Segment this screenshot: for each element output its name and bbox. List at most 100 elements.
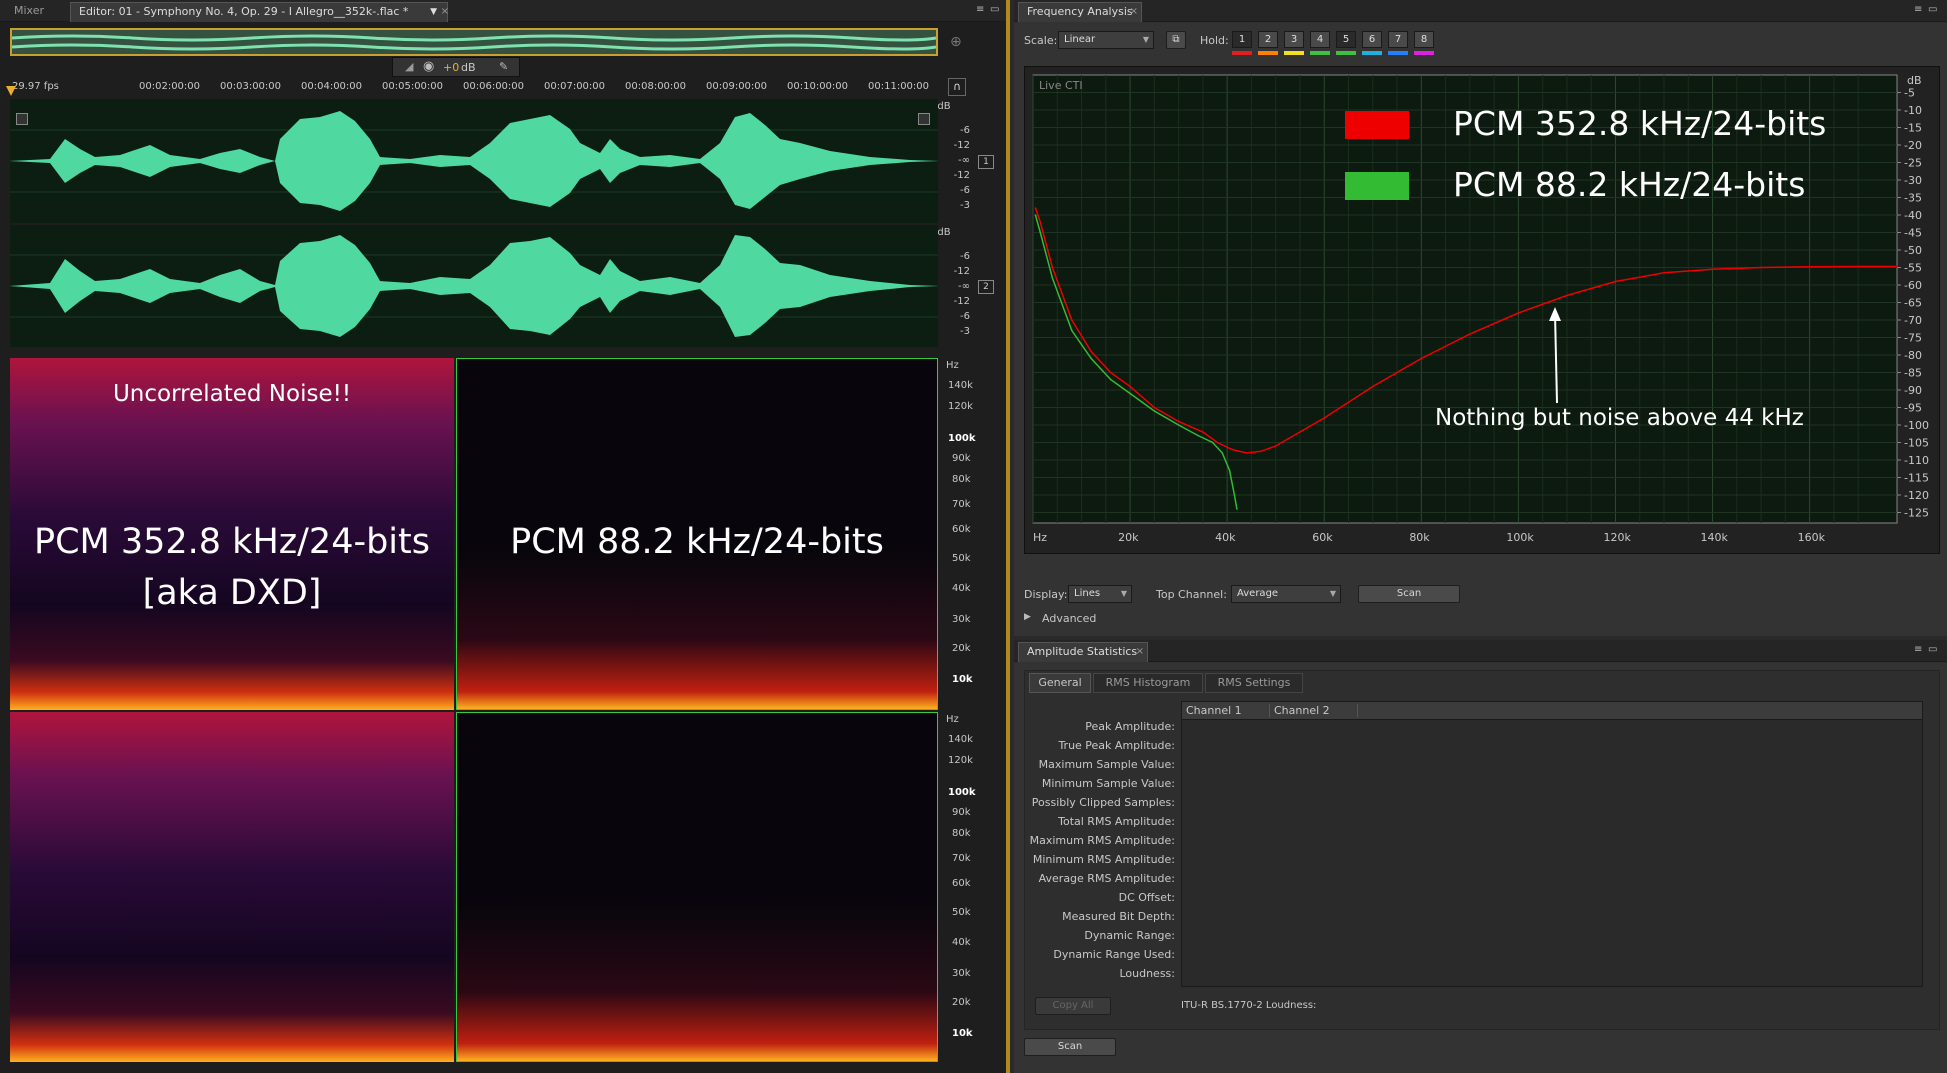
- tab-mixer[interactable]: Mixer: [6, 2, 52, 22]
- tab-frequency-label: Frequency Analysis: [1027, 5, 1133, 18]
- stat-row-label: Maximum RMS Amplitude:: [1029, 834, 1175, 847]
- hz-label: 30k: [952, 968, 971, 979]
- amp-tabbar: Amplitude Statistics × ≡ ▭: [1014, 640, 1947, 662]
- hold-button-3[interactable]: 3: [1284, 31, 1304, 48]
- waveform-channel-2[interactable]: [10, 225, 938, 347]
- hz-label: 30k: [952, 614, 971, 625]
- series-1-point: [1260, 450, 1262, 453]
- tab-frequency-analysis[interactable]: Frequency Analysis ×: [1018, 2, 1142, 22]
- spectral-left-bottom[interactable]: [10, 712, 454, 1062]
- db-scale-label: -12: [953, 140, 970, 151]
- zoom-icon[interactable]: ⊕: [950, 34, 962, 50]
- panel-options-icon[interactable]: ▭: [1928, 644, 1937, 655]
- series-2-point: [1211, 441, 1214, 444]
- column-header-channel-1[interactable]: Channel 1: [1186, 704, 1270, 717]
- panel-options-icon[interactable]: ▭: [990, 4, 999, 15]
- hold-color-swatch: [1336, 51, 1356, 55]
- overview-waveform: [12, 30, 936, 54]
- hz-label: 60k: [952, 524, 971, 535]
- top-channel-dropdown[interactable]: Average ▼: [1231, 585, 1341, 603]
- db-scale-label: -∞: [958, 155, 970, 166]
- dropdown-arrow-icon[interactable]: ▼: [430, 3, 437, 21]
- hz-label: 100k: [948, 787, 976, 798]
- waveform-1-svg: [10, 111, 938, 211]
- panel-options-icon[interactable]: ▭: [1928, 4, 1937, 15]
- waveform-corner-icon[interactable]: [918, 113, 930, 125]
- frequency-analysis-panel: Frequency Analysis × ≡ ▭ Scale: Linear ▼…: [1014, 0, 1947, 636]
- series-2-point: [1129, 392, 1131, 395]
- chevron-down-icon: ▼: [1120, 589, 1127, 598]
- channel-1-badge[interactable]: 1: [978, 155, 994, 169]
- hold-button-4[interactable]: 4: [1310, 31, 1330, 48]
- hz-label: 70k: [952, 499, 971, 510]
- hold-button-6[interactable]: 6: [1362, 31, 1382, 48]
- stat-row-label: Total RMS Amplitude:: [1058, 815, 1175, 828]
- hold-button-8[interactable]: 8: [1414, 31, 1434, 48]
- close-icon[interactable]: ×: [441, 3, 449, 21]
- waveform-corner-icon[interactable]: [16, 113, 28, 125]
- pin-icon[interactable]: ✎: [499, 60, 508, 73]
- tab-editor[interactable]: Editor: 01 - Symphony No. 4, Op. 29 - I …: [70, 2, 449, 22]
- panel-menu-icon[interactable]: ≡: [1914, 4, 1922, 15]
- y-tick-label: -5: [1904, 87, 1915, 100]
- close-icon[interactable]: ×: [1136, 643, 1144, 661]
- column-header-channel-2[interactable]: Channel 2: [1274, 704, 1358, 717]
- panel-menu-icon[interactable]: ≡: [976, 4, 984, 15]
- series-1-point: [1039, 221, 1042, 223]
- hz-label: 90k: [952, 453, 971, 464]
- subtab-general[interactable]: General: [1029, 673, 1091, 693]
- advanced-expand-icon[interactable]: ▶: [1024, 612, 1031, 622]
- channel-2-badge[interactable]: 2: [978, 280, 994, 294]
- display-label: Display:: [1024, 588, 1068, 601]
- knob-icon[interactable]: ◉: [423, 59, 434, 74]
- series-2-point: [1177, 424, 1180, 426]
- headphones-icon[interactable]: ∩: [948, 78, 966, 96]
- stats-table[interactable]: Channel 1 Channel 2: [1181, 701, 1923, 987]
- db-scale-label: -3: [960, 326, 970, 337]
- display-dropdown[interactable]: Lines ▼: [1068, 585, 1132, 603]
- stat-row-label: Maximum Sample Value:: [1038, 758, 1175, 771]
- subtab-rms-histogram[interactable]: RMS Histogram: [1093, 673, 1203, 693]
- y-tick-label: -45: [1904, 227, 1922, 240]
- series-1-point: [1216, 441, 1219, 444]
- hold-color-swatch: [1258, 51, 1278, 55]
- tab-amplitude-statistics[interactable]: Amplitude Statistics ×: [1018, 642, 1148, 662]
- subtab-rms-settings[interactable]: RMS Settings: [1205, 673, 1303, 693]
- waveform-channel-1[interactable]: [10, 99, 938, 223]
- frequency-chart[interactable]: dB -5 -10 -15 -20 -25 -30 -35 -40 -45 -50 -55 -60 -65…: [1024, 66, 1940, 554]
- hold-button-7[interactable]: 7: [1388, 31, 1408, 48]
- advanced-label[interactable]: Advanced: [1042, 612, 1096, 625]
- series-2-point: [1233, 494, 1236, 496]
- panel-menu-icon[interactable]: ≡: [1914, 644, 1922, 655]
- series-1-point: [1808, 266, 1811, 268]
- waveform-1-path: [10, 111, 938, 211]
- hz-label: 10k: [952, 674, 973, 685]
- db-scale-label: -12: [953, 170, 970, 181]
- overview-strip[interactable]: [10, 28, 938, 56]
- hold-label: Hold:: [1200, 34, 1229, 47]
- spectral-right-bottom[interactable]: [456, 712, 938, 1062]
- hud-gain[interactable]: ◢ ◉ +0 dB ✎: [392, 57, 520, 77]
- copy-all-button[interactable]: Copy All: [1035, 997, 1111, 1015]
- amp-scan-button[interactable]: Scan: [1024, 1038, 1116, 1056]
- y-tick-label: -95: [1904, 402, 1922, 415]
- series-2-point: [1071, 329, 1073, 332]
- y-tick-label: -120: [1904, 489, 1929, 502]
- stats-table-header: Channel 1 Channel 2: [1182, 702, 1922, 720]
- stat-row-label: Measured Bit Depth:: [1062, 910, 1175, 923]
- scan-button[interactable]: Scan: [1358, 585, 1460, 603]
- tab-editor-label: Editor: 01 - Symphony No. 4, Op. 29 - I …: [79, 5, 409, 18]
- hold-button-5[interactable]: 5: [1336, 31, 1356, 48]
- y-tick-label: -35: [1904, 192, 1922, 205]
- scale-dropdown[interactable]: Linear ▼: [1058, 31, 1154, 49]
- hz-label: 10k: [952, 1028, 973, 1039]
- close-icon[interactable]: ×: [1130, 3, 1138, 21]
- hold-button-1[interactable]: 1: [1232, 31, 1252, 48]
- snapshot-button[interactable]: ⧉: [1166, 31, 1186, 49]
- series-2-point: [1153, 410, 1156, 412]
- hold-button-2[interactable]: 2: [1258, 31, 1278, 48]
- gain-value[interactable]: +0: [443, 61, 459, 74]
- series-2-point: [1197, 434, 1199, 437]
- series-1-point: [1517, 312, 1520, 314]
- time-ruler[interactable]: 29.97 fps 00:02:00:00 00:03:00:00 00:04:…: [10, 79, 938, 97]
